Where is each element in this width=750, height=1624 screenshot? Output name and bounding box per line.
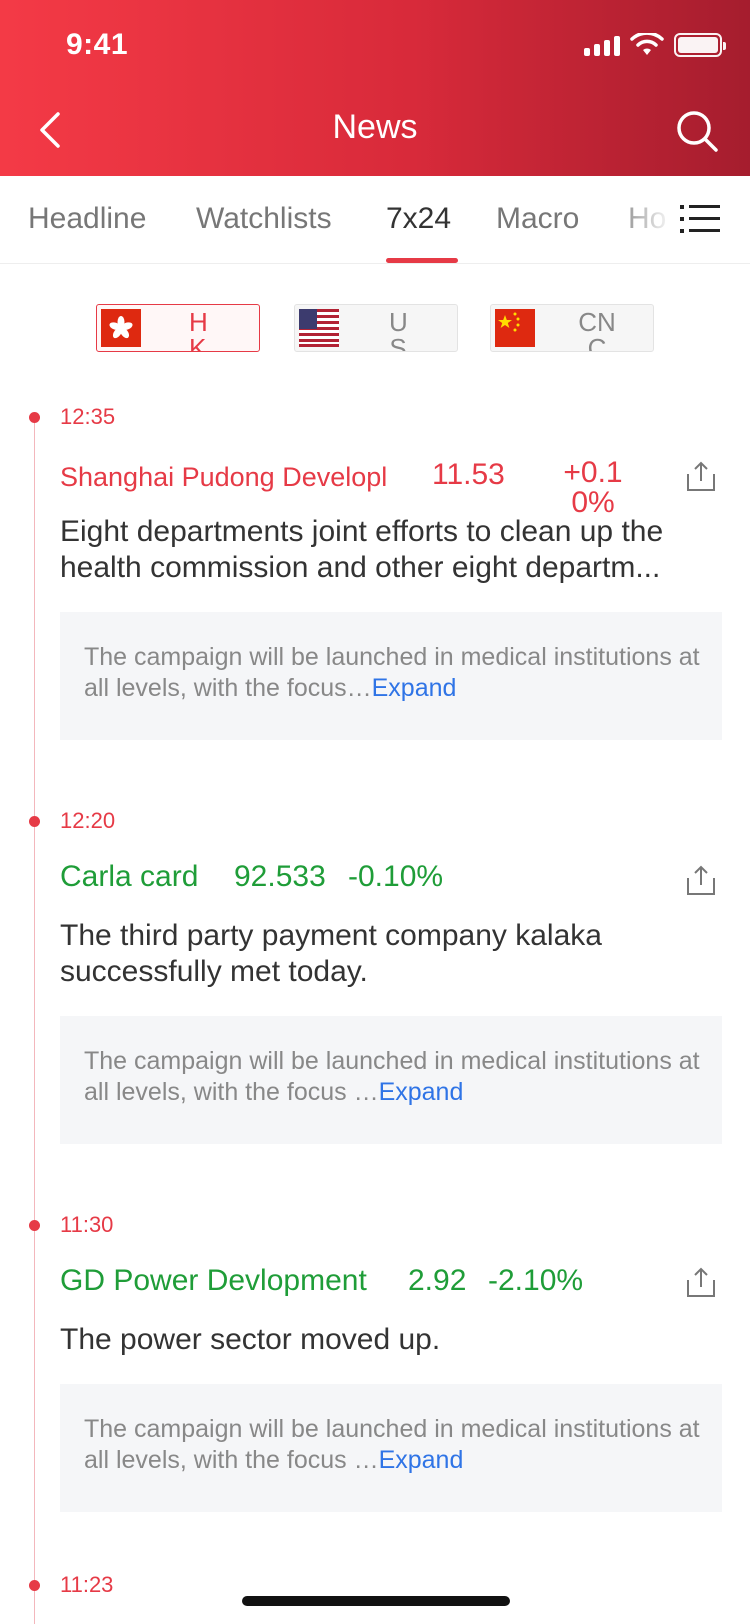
cn-flag-icon [495,309,535,347]
active-tab-indicator [386,258,458,263]
news-summary: The campaign will be launched in medical… [84,643,700,702]
stock-price: 11.53 [432,458,505,491]
tab-7x24[interactable]: 7x24 [386,202,451,236]
market-cnc-button[interactable]: CNC [490,304,654,352]
timeline-dot [29,1220,40,1231]
wifi-icon [630,33,664,55]
news-headline[interactable]: Eight departments joint efforts to clean… [60,514,730,586]
tab-macro[interactable]: Macro [496,202,579,236]
stock-name: Carla card [60,860,199,893]
news-summary-box: The campaign will be launched in medical… [60,612,722,740]
hk-flag-icon [101,309,141,347]
stock-change: -2.10% [488,1264,584,1297]
expand-link[interactable]: Expand [372,674,457,702]
news-summary: The campaign will be launched in medical… [84,1047,700,1106]
news-summary-box: The campaign will be launched in medical… [60,1384,722,1512]
home-indicator [242,1596,510,1606]
market-hk-button[interactable]: HK [96,304,260,352]
market-cnc-label: CNC [578,307,616,352]
us-flag-icon [299,309,339,347]
stock-name: Shanghai Pudong Developl [60,462,388,492]
share-icon[interactable] [686,864,716,896]
timeline-dot [29,816,40,827]
news-time: 12:20 [60,808,116,833]
market-us-button[interactable]: US [294,304,458,352]
menu-icon[interactable] [680,204,720,234]
news-summary-box: The campaign will be launched in medical… [60,1016,722,1144]
news-time: 11:23 [60,1572,114,1597]
expand-link[interactable]: Expand [379,1446,464,1474]
timeline-dot [29,412,40,423]
timeline-dot [29,1580,40,1591]
market-hk-label: HK [189,307,208,352]
share-icon[interactable] [686,1266,716,1298]
header-bar: 9:41 News [0,0,750,176]
stock-change: -0.10% [348,860,444,893]
category-tabs: Headline Watchlists 7x24 Macro Ho [0,176,750,264]
tab-watchlists[interactable]: Watchlists [196,202,332,236]
stock-name: GD Power Devlopment [60,1264,367,1297]
market-us-label: US [389,307,408,352]
status-time: 9:41 [66,28,129,61]
expand-link[interactable]: Expand [379,1078,464,1106]
share-icon[interactable] [686,460,716,492]
news-summary: The campaign will be launched in medical… [84,1415,700,1474]
news-time: 11:30 [60,1212,114,1237]
stock-price: 92.533 [234,860,326,893]
timeline-line [34,416,35,1624]
stock-price: 2.92 [408,1264,467,1297]
news-time: 12:35 [60,404,116,429]
news-headline[interactable]: The third party payment company kalaka s… [60,918,730,990]
news-headline[interactable]: The power sector moved up. [60,1322,730,1358]
status-icons [584,32,726,58]
stock-change: +0.10% [563,456,623,519]
battery-icon [674,33,726,57]
cellular-signal-icon [584,34,620,56]
search-icon[interactable] [674,108,720,154]
tab-headline[interactable]: Headline [28,202,146,236]
page-title: News [332,108,418,146]
